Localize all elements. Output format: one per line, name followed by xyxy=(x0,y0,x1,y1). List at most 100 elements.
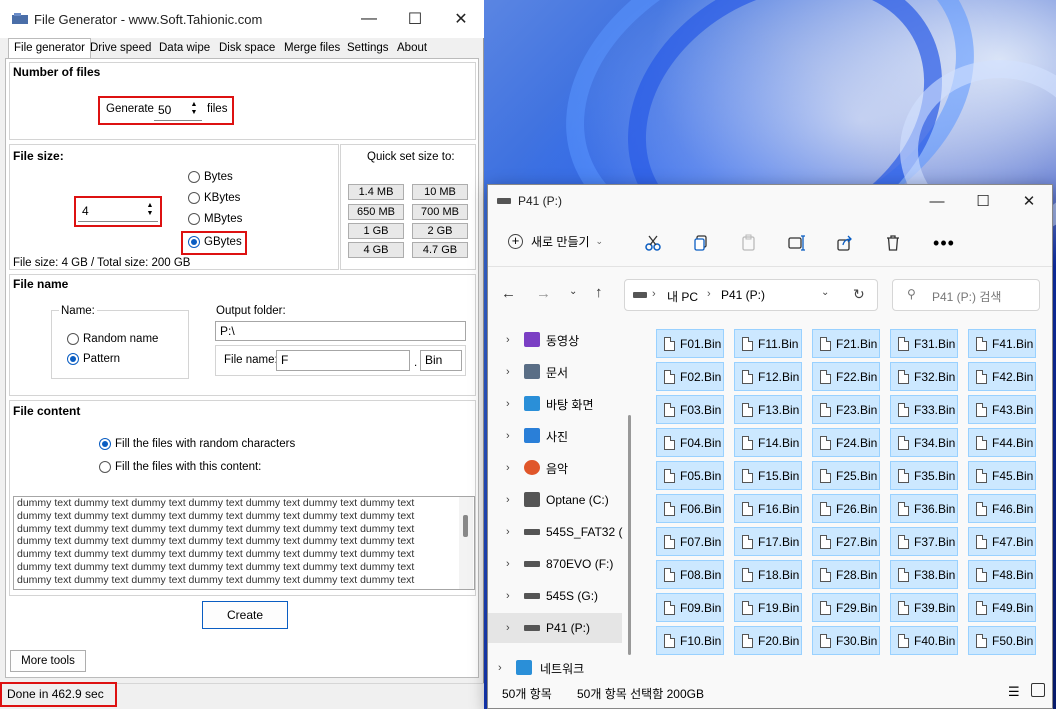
file-item[interactable]: F25.Bin xyxy=(812,461,880,490)
tab-file-generator[interactable]: File generator xyxy=(8,38,91,59)
share-icon[interactable] xyxy=(833,231,857,255)
recent-chevron-icon[interactable]: ⌄ xyxy=(569,286,577,297)
custom-content-radio[interactable]: Fill the files with this content: xyxy=(99,461,261,473)
file-size-spinner[interactable]: 4 ▲ ▼ xyxy=(78,200,158,222)
nav-item[interactable]: › 음악 xyxy=(488,453,622,483)
extension-field[interactable]: Bin xyxy=(420,350,462,371)
file-item[interactable]: F24.Bin xyxy=(812,428,880,457)
file-item[interactable]: F39.Bin xyxy=(890,593,958,622)
quick-set-4gb-button[interactable]: 4 GB xyxy=(348,242,404,258)
file-item[interactable]: F01.Bin xyxy=(656,329,724,358)
file-item[interactable]: F02.Bin xyxy=(656,362,724,391)
file-item[interactable]: F05.Bin xyxy=(656,461,724,490)
file-item[interactable]: F30.Bin xyxy=(812,626,880,655)
tab-merge-files[interactable]: Merge files xyxy=(278,38,346,58)
file-item[interactable]: F11.Bin xyxy=(734,329,802,358)
file-item[interactable]: F18.Bin xyxy=(734,560,802,589)
quick-set-2gb-button[interactable]: 2 GB xyxy=(412,223,468,239)
file-item[interactable]: F32.Bin xyxy=(890,362,958,391)
unit-mbytes-radio[interactable]: MBytes xyxy=(188,213,242,225)
expand-chevron-icon[interactable]: › xyxy=(506,430,510,442)
nav-item[interactable]: › P41 (P:) xyxy=(488,613,622,643)
expand-chevron-icon[interactable]: › xyxy=(506,462,510,474)
tab-drive-speed[interactable]: Drive speed xyxy=(84,38,157,58)
nav-item[interactable]: › Optane (C:) xyxy=(488,485,622,515)
quick-set-10mb-button[interactable]: 10 MB xyxy=(412,184,468,200)
file-item[interactable]: F47.Bin xyxy=(968,527,1036,556)
back-arrow-icon[interactable]: ← xyxy=(501,285,516,302)
file-item[interactable]: F42.Bin xyxy=(968,362,1036,391)
tab-data-wipe[interactable]: Data wipe xyxy=(153,38,216,58)
file-item[interactable]: F07.Bin xyxy=(656,527,724,556)
random-name-radio[interactable]: Random name xyxy=(67,333,158,345)
file-item[interactable]: F48.Bin xyxy=(968,560,1036,589)
file-item[interactable]: F50.Bin xyxy=(968,626,1036,655)
nav-item[interactable]: › 바탕 화면 xyxy=(488,389,622,419)
up-arrow-icon[interactable]: ↑ xyxy=(595,284,603,301)
file-item[interactable]: F03.Bin xyxy=(656,395,724,424)
file-item[interactable]: F33.Bin xyxy=(890,395,958,424)
file-name-field[interactable]: F xyxy=(276,350,410,371)
breadcrumb-my-pc[interactable]: 내 PC xyxy=(667,288,698,305)
file-item[interactable]: F45.Bin xyxy=(968,461,1036,490)
maximize-button[interactable]: ☐ xyxy=(960,185,1006,217)
tab-about[interactable]: About xyxy=(391,38,433,58)
file-item[interactable]: F16.Bin xyxy=(734,494,802,523)
file-item[interactable]: F15.Bin xyxy=(734,461,802,490)
file-item[interactable]: F46.Bin xyxy=(968,494,1036,523)
create-button[interactable]: Create xyxy=(202,601,288,629)
expand-chevron-icon[interactable]: › xyxy=(506,590,510,602)
unit-kbytes-radio[interactable]: KBytes xyxy=(188,192,240,204)
pattern-radio[interactable]: Pattern xyxy=(67,353,120,365)
more-options-icon[interactable]: ••• xyxy=(932,231,956,255)
quick-set-1-4mb-button[interactable]: 1.4 MB xyxy=(348,184,404,200)
expand-chevron-icon[interactable]: › xyxy=(506,622,510,634)
expand-chevron-icon[interactable]: › xyxy=(506,334,510,346)
quick-set-4-7gb-button[interactable]: 4.7 GB xyxy=(412,242,468,258)
nav-item[interactable]: › 문서 xyxy=(488,357,622,387)
new-button[interactable]: + 새로 만들기 ⌄ xyxy=(508,233,603,250)
forward-arrow-icon[interactable]: → xyxy=(536,285,551,302)
file-item[interactable]: F19.Bin xyxy=(734,593,802,622)
file-item[interactable]: F49.Bin xyxy=(968,593,1036,622)
close-button[interactable]: ✕ xyxy=(438,0,484,38)
nav-item[interactable]: › 네트워크 xyxy=(488,653,622,683)
file-item[interactable]: F04.Bin xyxy=(656,428,724,457)
nav-item[interactable]: › 사진 xyxy=(488,421,622,451)
tab-settings[interactable]: Settings xyxy=(341,38,395,58)
close-button[interactable]: ✕ xyxy=(1006,185,1052,217)
search-box[interactable]: ⚲ P41 (P:) 검색 xyxy=(892,279,1040,311)
file-item[interactable]: F44.Bin xyxy=(968,428,1036,457)
quick-set-650mb-button[interactable]: 650 MB xyxy=(348,204,404,220)
file-item[interactable]: F06.Bin xyxy=(656,494,724,523)
file-item[interactable]: F23.Bin xyxy=(812,395,880,424)
scrollbar-thumb[interactable] xyxy=(463,515,468,537)
file-item[interactable]: F14.Bin xyxy=(734,428,802,457)
file-count-spinner[interactable]: 50 ▲ ▼ xyxy=(154,99,202,121)
rename-icon[interactable] xyxy=(785,231,809,255)
cut-icon[interactable] xyxy=(641,231,665,255)
file-item[interactable]: F37.Bin xyxy=(890,527,958,556)
minimize-button[interactable]: — xyxy=(346,0,392,38)
file-item[interactable]: F27.Bin xyxy=(812,527,880,556)
output-folder-field[interactable]: P:\ xyxy=(215,321,466,341)
textarea-scrollbar[interactable] xyxy=(459,497,473,589)
tiles-view-icon[interactable] xyxy=(1031,683,1045,697)
file-item[interactable]: F38.Bin xyxy=(890,560,958,589)
file-item[interactable]: F28.Bin xyxy=(812,560,880,589)
file-item[interactable]: F41.Bin xyxy=(968,329,1036,358)
nav-item[interactable]: › 545S (G:) xyxy=(488,581,622,611)
paste-icon[interactable] xyxy=(737,231,761,255)
nav-item[interactable]: › 545S_FAT32 ( xyxy=(488,517,623,547)
spinner-arrows-icon[interactable]: ▲ ▼ xyxy=(188,101,200,117)
nav-item[interactable]: › 870EVO (F:) xyxy=(488,549,622,579)
copy-icon[interactable] xyxy=(689,231,713,255)
file-item[interactable]: F08.Bin xyxy=(656,560,724,589)
nav-scrollbar[interactable] xyxy=(628,415,631,655)
expand-chevron-icon[interactable]: › xyxy=(506,558,510,570)
minimize-button[interactable]: — xyxy=(914,185,960,217)
expand-chevron-icon[interactable]: › xyxy=(506,494,510,506)
file-item[interactable]: F34.Bin xyxy=(890,428,958,457)
address-dropdown-icon[interactable]: ⌄ xyxy=(821,287,829,298)
file-item[interactable]: F36.Bin xyxy=(890,494,958,523)
